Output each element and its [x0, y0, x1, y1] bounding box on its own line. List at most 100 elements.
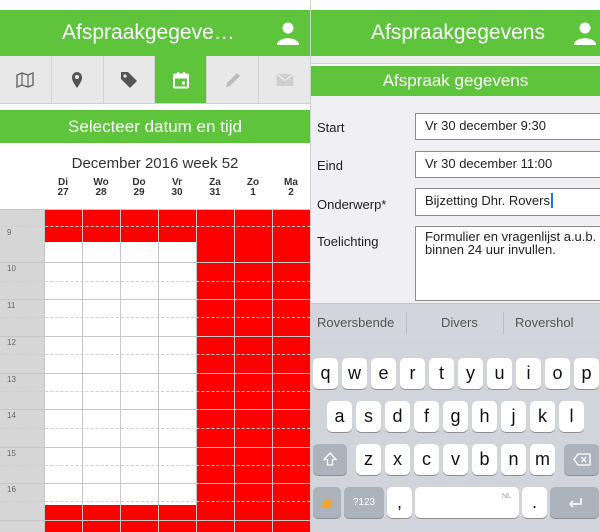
tag-icon — [121, 71, 138, 88]
suggestion-bar: Roversbende Divers Rovershol — [311, 303, 600, 341]
key-s[interactable]: s — [356, 401, 381, 432]
numbers-key[interactable]: ?123 — [344, 487, 384, 518]
calendar-icon — [172, 71, 189, 88]
key-u[interactable]: u — [487, 358, 512, 389]
user-icon[interactable] — [276, 21, 300, 45]
key-j[interactable]: j — [501, 401, 526, 432]
notes-field[interactable]: Formulier en vragenlijst a.u.b. binnen 2… — [415, 226, 600, 301]
key-v[interactable]: v — [443, 444, 468, 475]
key-c[interactable]: c — [414, 444, 439, 475]
key-y[interactable]: y — [458, 358, 483, 389]
day-header[interactable]: Zo 1 — [234, 178, 272, 198]
period-key[interactable]: . — [522, 487, 547, 518]
appointment-panel: Afspraakgegevens Afspraak gegevens Start… — [311, 0, 600, 532]
key-p[interactable]: p — [574, 358, 599, 389]
end-label: Eind — [317, 158, 344, 173]
tab-edit[interactable] — [207, 56, 260, 103]
key-t[interactable]: t — [429, 358, 454, 389]
grid-line — [0, 520, 310, 521]
appointment-form: Start Vr 30 december 9:30 Eind Vr 30 dec… — [311, 96, 600, 306]
return-icon — [568, 498, 582, 508]
day-header[interactable]: Di 27 — [44, 178, 82, 198]
start-field[interactable]: Vr 30 december 9:30 — [415, 113, 600, 140]
day-date: 1 — [250, 187, 256, 198]
tab-calendar[interactable] — [155, 56, 208, 103]
day-date: 28 — [95, 187, 107, 198]
keyboard: q w e r t y u i o p a s d f g h j k l z … — [311, 341, 600, 532]
language-label: NL — [502, 493, 511, 500]
location-pin-icon — [72, 71, 83, 88]
day-header[interactable]: Ma 2 — [272, 178, 310, 198]
grid-line — [158, 209, 159, 532]
grid-line — [0, 465, 310, 466]
day-date: 27 — [57, 187, 69, 198]
key-m[interactable]: m — [530, 444, 555, 475]
comma-key[interactable]: , — [387, 487, 412, 518]
text-cursor — [551, 193, 553, 208]
keyboard-app-icon — [321, 497, 333, 508]
hour-label: 9 — [7, 228, 12, 237]
tab-map[interactable] — [0, 56, 52, 103]
tab-mail[interactable] — [259, 56, 310, 103]
day-header[interactable]: Za 31 — [196, 178, 234, 198]
hour-label: 10 — [7, 264, 16, 273]
day-date: 29 — [133, 187, 145, 198]
busy-block — [44, 505, 310, 532]
key-i[interactable]: i — [516, 358, 541, 389]
grid-line — [0, 336, 310, 337]
hour-label: 11 — [7, 301, 16, 310]
pencil-icon — [225, 72, 240, 87]
grid-line — [0, 281, 310, 282]
page-title: Afspraakgegevens — [371, 21, 545, 44]
key-h[interactable]: h — [472, 401, 497, 432]
day-header[interactable]: Wo 28 — [82, 178, 120, 198]
key-l[interactable]: l — [559, 401, 584, 432]
divider — [503, 312, 504, 334]
tab-tag[interactable] — [104, 56, 156, 103]
user-icon[interactable] — [573, 21, 597, 45]
tab-bar — [0, 56, 310, 104]
key-e[interactable]: e — [371, 358, 396, 389]
suggestion-item[interactable]: Rovershol — [515, 315, 574, 330]
grid-line — [196, 209, 197, 532]
subject-field[interactable]: Bijzetting Dhr. Rovers — [415, 188, 600, 216]
grid-line — [0, 299, 310, 300]
key-b[interactable]: b — [472, 444, 497, 475]
grid-line — [0, 483, 310, 484]
space-key[interactable]: NL — [415, 487, 519, 518]
subject-label: Onderwerp* — [317, 197, 387, 212]
app-header: Afspraakgegeve… — [0, 10, 310, 56]
key-x[interactable]: x — [385, 444, 410, 475]
suggestion-item[interactable]: Divers — [441, 315, 478, 330]
time-grid[interactable]: 9 10 11 12 13 14 15 16 — [0, 209, 310, 532]
grid-line — [0, 391, 310, 392]
busy-block — [196, 209, 310, 509]
grid-line — [0, 317, 310, 318]
key-q[interactable]: q — [313, 358, 338, 389]
hour-label: 12 — [7, 338, 16, 347]
key-g[interactable]: g — [443, 401, 468, 432]
day-date: 30 — [171, 187, 183, 198]
grid-line — [120, 209, 121, 532]
day-header[interactable]: Do 29 — [120, 178, 158, 198]
day-header[interactable]: Vr 30 — [158, 178, 196, 198]
key-k[interactable]: k — [530, 401, 555, 432]
grid-line — [234, 209, 235, 532]
key-r[interactable]: r — [400, 358, 425, 389]
key-n[interactable]: n — [501, 444, 526, 475]
key-d[interactable]: d — [385, 401, 410, 432]
tab-location[interactable] — [52, 56, 104, 103]
end-field[interactable]: Vr 30 december 11:00 — [415, 151, 600, 178]
suggestion-item[interactable]: Roversbende — [317, 315, 394, 330]
section-title: Afspraak gegevens — [311, 66, 600, 96]
key-z[interactable]: z — [356, 444, 381, 475]
shift-key[interactable] — [313, 444, 347, 475]
key-w[interactable]: w — [342, 358, 367, 389]
key-a[interactable]: a — [327, 401, 352, 432]
key-f[interactable]: f — [414, 401, 439, 432]
backspace-key[interactable] — [564, 444, 599, 475]
return-key[interactable] — [550, 487, 599, 518]
key-o[interactable]: o — [545, 358, 570, 389]
emoji-key[interactable] — [313, 487, 341, 518]
tab-bar — [311, 56, 600, 64]
